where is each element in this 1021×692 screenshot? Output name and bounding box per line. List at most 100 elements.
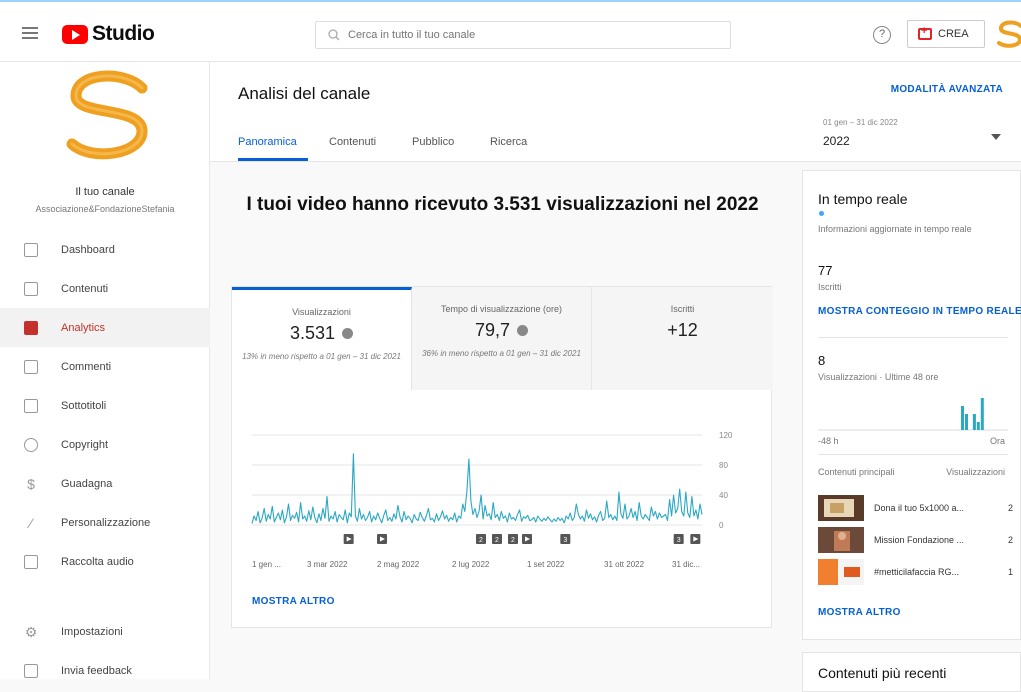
metric-value: 3.531 [289, 323, 336, 343]
feedback-icon [24, 663, 38, 678]
live-count-link[interactable]: MOSTRA CONTEGGIO IN TEMPO REALE [818, 306, 1021, 317]
sidebar-item-label: Personalizzazione [61, 516, 151, 529]
realtime-bar [980, 398, 984, 430]
realtime-title: In tempo reale [818, 191, 908, 207]
metric-value: 79,7 [474, 320, 511, 340]
realtime-views: 8 [818, 353, 826, 368]
top-content-label: Contenuti principali [818, 467, 895, 477]
sidebar-item-invia-feedback[interactable]: Invia feedback [0, 651, 210, 690]
subtitles-icon [24, 398, 38, 413]
sidebar-item-label: Contenuti [61, 282, 109, 295]
x-tick-label: 2 mag 2022 [377, 560, 420, 569]
logo-text: Studio [92, 22, 155, 45]
sidebar-item-label: Copyright [61, 438, 109, 451]
realtime-subscribers: 77 [818, 263, 833, 278]
marker-count: 2 [479, 537, 483, 544]
metric-comparison: 36% in meno rispetto a 01 gen – 31 dic 2… [422, 349, 581, 358]
sidebar-item-guadagna[interactable]: $ Guadagna [0, 464, 210, 503]
metric-label: Iscritti [670, 304, 695, 314]
realtime-card: In tempo reale Informazioni aggiornate i… [802, 170, 1021, 640]
realtime-axis-left: -48 h [818, 436, 839, 446]
page-title: Analisi del canale [238, 84, 371, 103]
tab-pubblico[interactable]: Pubblico [412, 136, 454, 148]
gear-icon: ⚙ [24, 623, 38, 640]
date-range-header: MODALITÀ AVANZATA 01 gen – 31 dic 2022 2… [790, 62, 1021, 162]
advanced-mode-link[interactable]: MODALITÀ AVANZATA [891, 84, 1003, 95]
date-range-label[interactable]: 01 gen – 31 dic 2022 [823, 118, 898, 127]
sidebar-item-label: Impostazioni [61, 625, 123, 638]
realtime-bar-chart[interactable] [818, 389, 1008, 431]
video-thumbnail [818, 527, 864, 553]
sidebar-item-personalizzazione[interactable]: ⁄ Personalizzazione [0, 503, 210, 542]
metric-watch-time[interactable]: Tempo di visualizzazione (ore) 79,7 36% … [412, 287, 592, 390]
show-more-link[interactable]: MOSTRA ALTRO [818, 607, 901, 618]
y-tick-label: 40 [719, 491, 728, 500]
video-title: Dona il tuo 5x1000 a... [874, 503, 965, 513]
studio-logo[interactable]: Studio [62, 22, 155, 46]
create-label: CREA [938, 28, 969, 40]
metric-comparison: 13% in meno rispetto a 01 gen – 31 dic 2… [242, 352, 401, 361]
dropdown-caret-icon[interactable] [991, 134, 1001, 140]
active-tab-indicator [238, 158, 308, 161]
sidebar-item-label: Analytics [61, 321, 106, 334]
analytics-icon [24, 320, 38, 335]
account-avatar[interactable] [994, 18, 1021, 50]
sidebar-item-analytics[interactable]: Analytics [0, 308, 210, 347]
sidebar-item-copyright[interactable]: Copyright [0, 425, 210, 464]
marker-count: 2 [511, 537, 515, 544]
sidebar-item-contenuti[interactable]: Contenuti [0, 269, 210, 308]
tab-panoramica[interactable]: Panoramica [238, 136, 297, 148]
sidebar-item-dashboard[interactable]: Dashboard [0, 230, 210, 269]
marker-count: 2 [495, 537, 499, 544]
recent-content-card: Contenuti più recenti [802, 652, 1021, 692]
sidebar-item-raccolta-audio[interactable]: Raccolta audio [0, 542, 210, 581]
progress-line [0, 0, 1021, 2]
sidebar-item-label: Commenti [61, 360, 112, 373]
help-icon[interactable]: ? [873, 26, 891, 44]
tab-contenuti[interactable]: Contenuti [329, 136, 376, 148]
sidebar-item-label: Raccolta audio [61, 555, 134, 568]
dashboard-icon [24, 242, 38, 257]
metric-views[interactable]: Visualizzazioni 3.531 13% in meno rispet… [232, 287, 412, 390]
hamburger-menu-icon[interactable] [22, 27, 38, 39]
channel-logo[interactable] [62, 66, 154, 166]
realtime-bar [961, 406, 964, 430]
search-box[interactable] [315, 21, 731, 49]
show-more-link[interactable]: MOSTRA ALTRO [252, 596, 335, 607]
sidebar: Il tuo canale Associazione&FondazioneSte… [0, 62, 210, 679]
date-range-value[interactable]: 2022 [823, 134, 850, 148]
sidebar-item-impostazioni[interactable]: ⚙ Impostazioni [0, 612, 210, 651]
audio-library-icon [24, 554, 38, 569]
sidebar-item-sottotitoli[interactable]: Sottotitoli [0, 386, 210, 425]
video-camera-icon [918, 25, 932, 40]
video-title: Mission Fondazione ... [874, 535, 965, 545]
video-views: 1 [1007, 567, 1013, 577]
create-button[interactable]: CREA [907, 20, 985, 48]
live-dot-icon [819, 211, 824, 216]
video-row[interactable]: #metticilafaccia RG... 1 [818, 559, 1013, 585]
comments-icon [24, 359, 38, 374]
overview-card: Visualizzazioni 3.531 13% in meno rispet… [231, 286, 773, 628]
realtime-axis-right: Ora [989, 436, 1005, 446]
views-series-line [251, 453, 703, 524]
y-tick-label: 0 [719, 521, 724, 530]
views-line-chart[interactable]: 120 80 40 0 2 2 2 3 3 1 gen ... 3 mar 2022 2 mag 20… [232, 417, 771, 577]
realtime-bar [972, 414, 976, 430]
x-tick-label: 2 lug 2022 [452, 560, 490, 569]
search-icon [328, 29, 340, 41]
video-row[interactable]: Mission Fondazione ... 2 [818, 527, 1013, 553]
marker-count: 3 [563, 537, 567, 544]
metric-subscribers[interactable]: Iscritti +12 [592, 287, 773, 390]
x-tick-label: 3 mar 2022 [307, 560, 348, 569]
sidebar-item-label: Guadagna [61, 477, 113, 490]
y-tick-label: 80 [719, 461, 728, 470]
search-input[interactable] [348, 29, 708, 41]
tab-ricerca[interactable]: Ricerca [490, 136, 527, 148]
sidebar-item-commenti[interactable]: Commenti [0, 347, 210, 386]
channel-name: Associazione&FondazioneStefania [35, 204, 175, 214]
check-icon [342, 328, 354, 339]
video-row[interactable]: Dona il tuo 5x1000 a... 2 [818, 495, 1013, 521]
magic-wand-icon: ⁄ [29, 514, 33, 531]
analytics-header: Analisi del canale Panoramica Contenuti … [210, 62, 790, 162]
x-tick-label: 1 gen ... [252, 560, 281, 569]
